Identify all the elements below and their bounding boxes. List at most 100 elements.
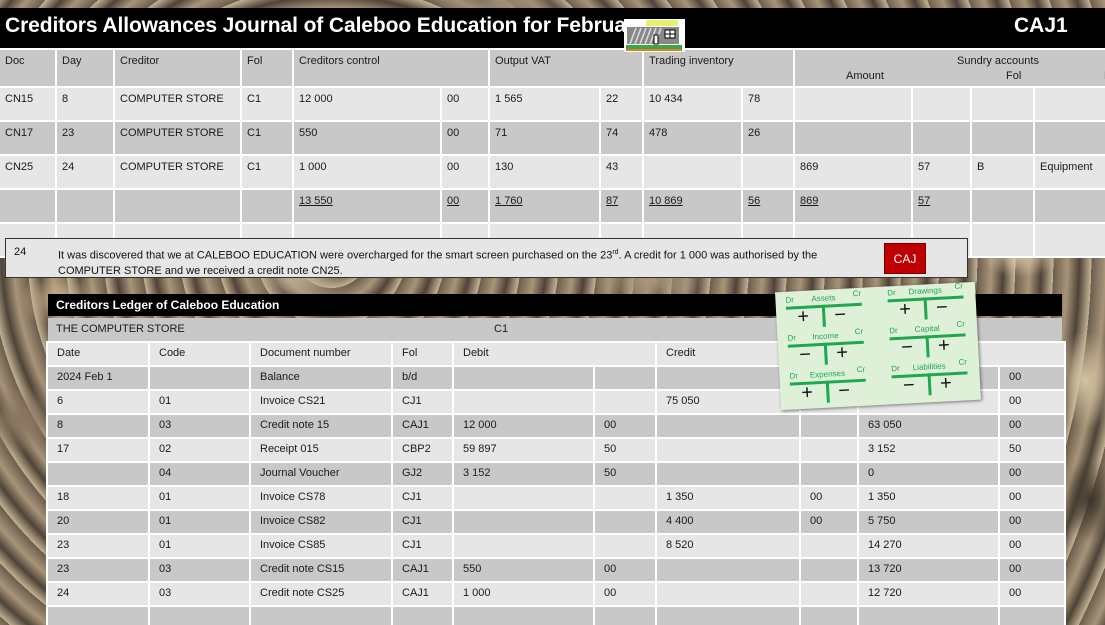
ledger-cell-credit-rand: 75 050 bbox=[655, 389, 801, 415]
journal-cell-sundry-details bbox=[1033, 120, 1105, 156]
ledger-cell-credit-cents bbox=[799, 581, 859, 607]
journal-cell-creditors-control-rand: 12 000 bbox=[292, 86, 442, 122]
ledger-cell-date: 23 bbox=[46, 533, 150, 559]
ledger-cell-credit-rand: 8 520 bbox=[655, 533, 801, 559]
ledger-cell-balance-cents: 00 bbox=[998, 461, 1066, 487]
ledger-cell-document-number: Invoice CS82 bbox=[249, 509, 393, 535]
header-sundry-amount: Amount bbox=[846, 70, 884, 82]
journal-cell-creditor: COMPUTER STORE bbox=[113, 86, 242, 122]
t-stem bbox=[823, 342, 828, 365]
total-creditors-control-rand: 13 550 bbox=[292, 188, 442, 224]
journal-cell-doc: CN25 bbox=[0, 154, 57, 190]
note-text: It was discovered that we at CALEBOO EDU… bbox=[58, 249, 818, 277]
ledger-cell-credit-cents bbox=[799, 413, 859, 439]
ledger-cell-credit-cents bbox=[799, 557, 859, 583]
ledger-cell-date: 17 bbox=[46, 437, 150, 463]
ledger-cell-debit-rand bbox=[452, 533, 595, 559]
journal-cell-creditors-control-cents: 00 bbox=[439, 154, 491, 190]
plus-icon: + bbox=[800, 381, 814, 405]
ledger-cell-balance-rand: 0 bbox=[857, 461, 1000, 487]
ledger-row: 24 03 Credit note CS25 CAJ1 1 000 00 12 720 00 bbox=[46, 581, 1066, 607]
ledger-cell-fol: CJ1 bbox=[391, 533, 454, 559]
journal-cell-creditor: COMPUTER STORE bbox=[113, 120, 242, 156]
t-account-income: Dr Income Cr − + bbox=[785, 326, 867, 370]
ledger-cell-date bbox=[46, 461, 150, 487]
ledger-cell-date: 2024 Feb 1 bbox=[46, 365, 150, 391]
journal-cell-trading-inventory-cents: 78 bbox=[741, 86, 796, 122]
plus-icon: + bbox=[937, 334, 951, 357]
ledger-row: 8 03 Credit note 15 CAJ1 12 000 00 63 050 00 bbox=[46, 413, 1066, 439]
ledger-row: 04 Journal Voucher GJ2 3 152 50 0 00 bbox=[46, 461, 1066, 487]
ledger-cell-code: 01 bbox=[148, 509, 251, 535]
ledger-cell-debit-cents bbox=[593, 509, 657, 535]
ledger-row: 17 02 Receipt 015 CBP2 59 897 50 3 152 50 bbox=[46, 437, 1066, 463]
journal-cell-creditors-control-rand: 1 000 bbox=[292, 154, 442, 190]
ledger-cell-credit-cents: 00 bbox=[799, 509, 859, 535]
journal-cell-doc: CN17 bbox=[0, 120, 57, 156]
ledger-cell-debit-rand bbox=[452, 389, 595, 415]
journal-cell-sundry-fol bbox=[970, 86, 1036, 122]
journal-cell-sundry-details bbox=[1033, 86, 1105, 122]
ledger-cell-fol: CJ1 bbox=[391, 485, 454, 511]
journal-cell-sundry-amount-cents bbox=[911, 86, 973, 122]
header-output-vat: Output VAT bbox=[488, 48, 645, 88]
journal-row: CN25 24 COMPUTER STORE C1 1 000 00 130 43 869 57 B… bbox=[0, 154, 1105, 190]
header-trading-inventory: Trading inventory bbox=[642, 48, 796, 88]
ledger-blank-row bbox=[46, 605, 1066, 625]
journal-cell-sundry-fol: B bbox=[970, 154, 1036, 190]
journal-cell-day: 8 bbox=[55, 86, 115, 122]
ledger-cell-fol: CAJ1 bbox=[391, 557, 454, 583]
total-creditors-control-cents: 00 bbox=[439, 188, 491, 224]
ledger-account-name: THE COMPUTER STORE bbox=[56, 323, 185, 335]
ledger-cell-document-number: Credit note CS15 bbox=[249, 557, 393, 583]
ledger-cell-balance-rand: 12 720 bbox=[857, 581, 1000, 607]
ledger-cell-fol: CJ1 bbox=[391, 389, 454, 415]
caj-button[interactable]: CAJ bbox=[884, 243, 926, 274]
journal-cell-day: 23 bbox=[55, 120, 115, 156]
t-stem bbox=[923, 297, 928, 320]
journal-cell-sundry-amount-rand bbox=[793, 120, 914, 156]
ledger-cell-credit-rand: 4 400 bbox=[655, 509, 801, 535]
header-fol: Fol bbox=[240, 48, 294, 88]
ledger-cell-debit-rand: 3 152 bbox=[452, 461, 595, 487]
ledger-cell-fol: CAJ1 bbox=[391, 413, 454, 439]
total-sundry-amount-cents: 57 bbox=[911, 188, 973, 224]
ledger-cell-date: 6 bbox=[46, 389, 150, 415]
cr-label: Cr bbox=[854, 326, 864, 337]
ledger-cell-balance-rand: 14 270 bbox=[857, 533, 1000, 559]
journal-cell-sundry-amount-rand: 869 bbox=[793, 154, 914, 190]
journal-cell-output-vat-cents: 22 bbox=[599, 86, 645, 122]
ledger-cell-credit-rand bbox=[655, 557, 801, 583]
t-account-drawings: Dr Drawings Cr + − bbox=[885, 281, 967, 324]
header-debit: Debit bbox=[452, 341, 657, 367]
ledger-cell-debit-rand: 550 bbox=[452, 557, 595, 583]
t-account-capital: Dr Capital Cr − + bbox=[887, 319, 969, 362]
journal-row: CN15 8 COMPUTER STORE C1 12 000 00 1 565 22 10 4… bbox=[0, 86, 1105, 122]
plus-icon: + bbox=[835, 341, 849, 365]
header-creditors-control: Creditors control bbox=[291, 48, 491, 88]
ledger-cell-balance-rand: 3 152 bbox=[857, 437, 1000, 463]
ledger-cell-document-number: Invoice CS21 bbox=[249, 389, 393, 415]
ledger-cell-code: 01 bbox=[148, 533, 251, 559]
minus-icon: − bbox=[837, 379, 851, 403]
cr-label: Cr bbox=[852, 288, 862, 299]
ledger-cell-fol: CAJ1 bbox=[391, 581, 454, 607]
cr-label: Cr bbox=[956, 319, 966, 329]
ledger-cell-document-number: Invoice CS85 bbox=[249, 533, 393, 559]
header-sundry-fol: Fol bbox=[1006, 70, 1022, 82]
header-creditor: Creditor bbox=[113, 48, 242, 88]
cr-label: Cr bbox=[954, 281, 964, 291]
ledger-cell-debit-cents: 00 bbox=[593, 557, 657, 583]
plus-icon: + bbox=[939, 372, 953, 395]
header-sundry-accounts: Sundry accounts Amount Fol Details bbox=[793, 48, 1105, 88]
t-account-label: Dr Assets Cr bbox=[783, 288, 863, 305]
note-day: 24 bbox=[14, 246, 27, 258]
header-date: Date bbox=[46, 341, 150, 367]
ledger-cell-balance-rand: 5 750 bbox=[857, 509, 1000, 535]
ledger-cell-code: 04 bbox=[148, 461, 251, 487]
ledger-cell-debit-cents: 50 bbox=[593, 437, 657, 463]
ledger-cell-balance-cents: 00 bbox=[998, 365, 1066, 391]
ledger-row: 20 01 Invoice CS82 CJ1 4 400 00 5 750 00 bbox=[46, 509, 1066, 535]
ledger-cell-debit-cents bbox=[593, 365, 657, 391]
journal-cell-sundry-details: Equipment bbox=[1033, 154, 1105, 190]
